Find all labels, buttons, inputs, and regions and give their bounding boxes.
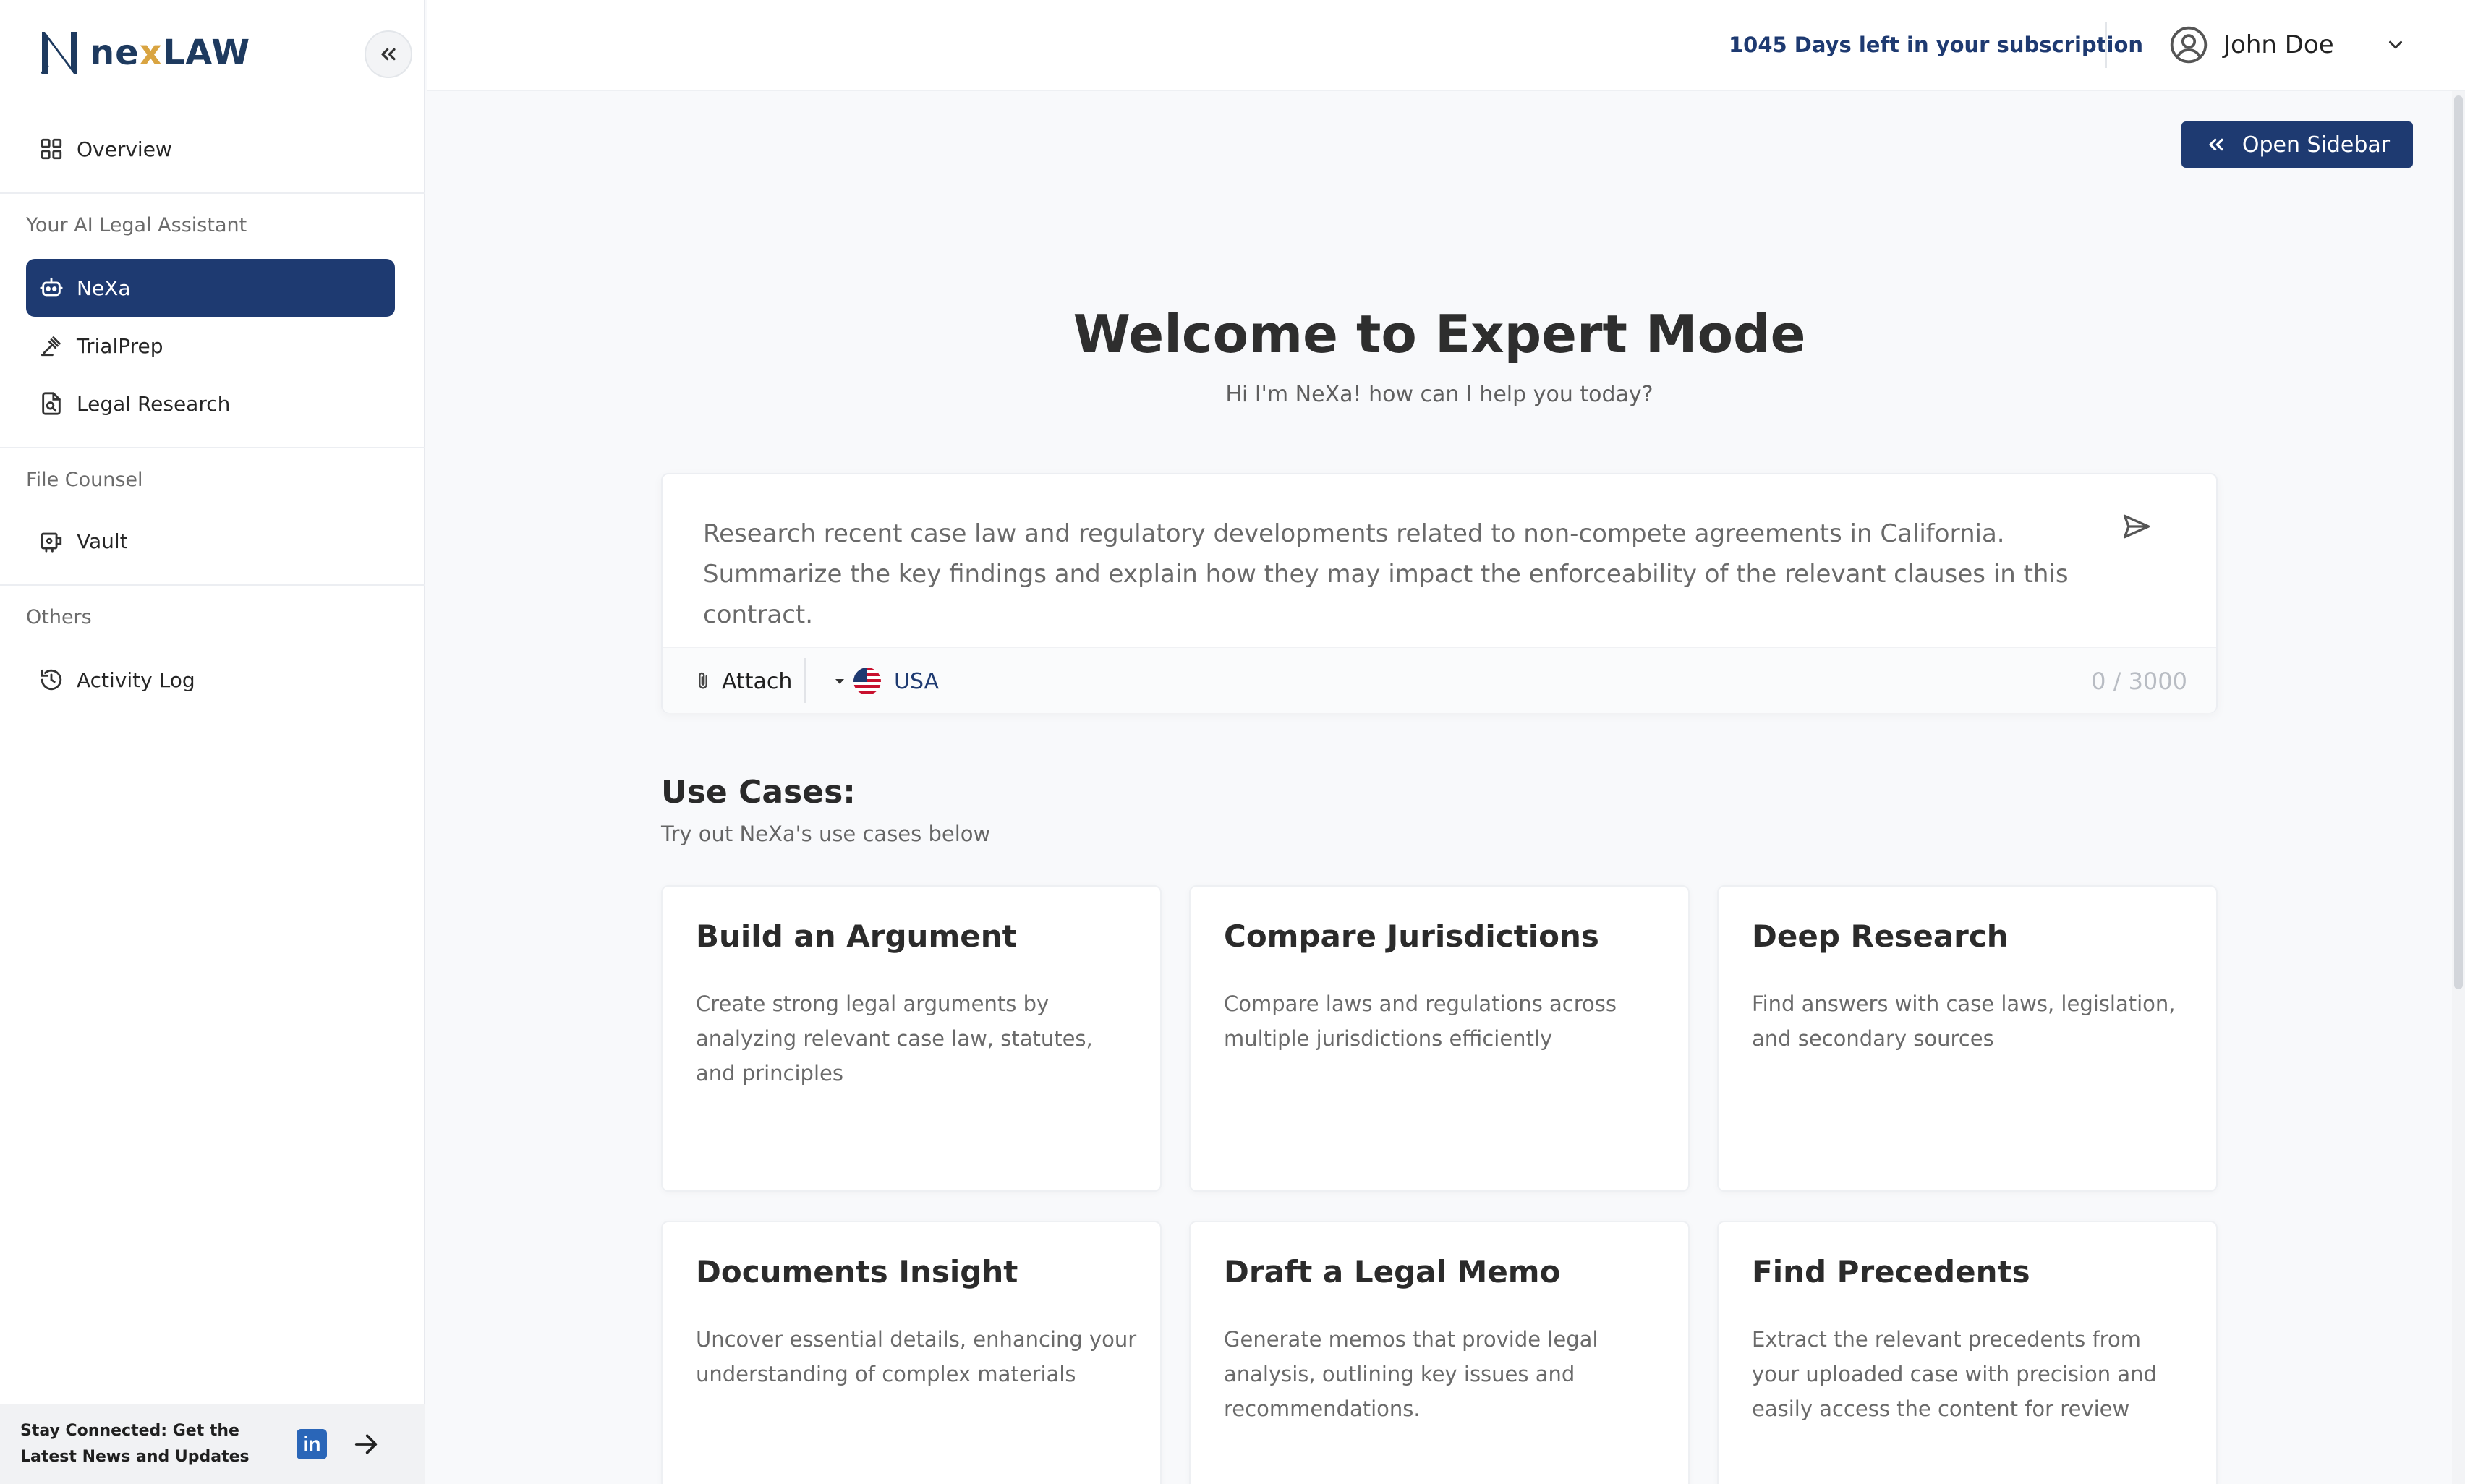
sidebar-item-label: Activity Log (77, 668, 195, 692)
topbar-divider (2105, 22, 2107, 68)
page-subtitle: Hi I'm NeXa! how can I help you today? (1225, 382, 1653, 407)
use-case-card-find-precedents[interactable]: Find Precedents Extract the relevant pre… (1717, 1221, 2218, 1484)
use-case-card-draft-legal-memo[interactable]: Draft a Legal Memo Generate memos that p… (1189, 1221, 1690, 1484)
send-icon[interactable] (2121, 511, 2153, 542)
nexlaw-logo-mark-icon (41, 32, 77, 75)
user-menu[interactable]: John Doe (2168, 23, 2406, 67)
vault-icon (39, 529, 64, 553)
collapse-sidebar-button[interactable] (365, 30, 412, 78)
card-title: Build an Argument (696, 918, 1017, 954)
double-chevron-left-icon (381, 48, 396, 61)
sidebar-item-label: TrialPrep (77, 333, 163, 358)
attach-button[interactable]: Attach (693, 648, 792, 715)
sidebar: nexLAW Overview Your AI Legal Assistant … (0, 0, 425, 1484)
open-sidebar-button[interactable]: Open Sidebar (2181, 121, 2413, 168)
card-title: Deep Research (1752, 918, 2009, 954)
sidebar-item-trialprep[interactable]: TrialPrep (26, 317, 395, 375)
card-description: Compare laws and regulations across mult… (1224, 992, 1617, 1051)
robot-icon (39, 276, 64, 300)
prompt-box: Research recent case law and regulatory … (661, 473, 2218, 713)
sidebar-item-label: Legal Research (77, 391, 231, 416)
sidebar-item-label: Overview (77, 137, 172, 161)
card-title: Find Precedents (1752, 1254, 2030, 1289)
grid-icon (39, 137, 64, 161)
nexlaw-wordmark: nexLAW (90, 33, 251, 73)
linkedin-icon[interactable]: in (297, 1429, 327, 1459)
section-label-file-counsel: File Counsel (26, 469, 143, 491)
user-avatar-icon (2168, 25, 2209, 65)
use-cases-subtitle: Try out NeXa's use cases below (661, 822, 991, 846)
card-title: Documents Insight (696, 1254, 1018, 1289)
use-case-card-documents-insight[interactable]: Documents Insight Uncover essential deta… (661, 1221, 1162, 1484)
card-description: Create strong legal arguments by analyzi… (696, 992, 1093, 1086)
document-search-icon (39, 391, 64, 416)
prompt-input[interactable]: Research recent case law and regulatory … (703, 513, 2092, 635)
use-case-card-build-argument[interactable]: Build an Argument Create strong legal ar… (661, 885, 1162, 1192)
sidebar-divider (0, 192, 425, 194)
us-flag-icon (853, 668, 881, 695)
nexlaw-logo[interactable]: nexLAW (38, 27, 250, 78)
attach-label: Attach (722, 668, 793, 694)
character-counter: 0 / 3000 (2091, 668, 2187, 695)
caret-down-icon (833, 675, 846, 688)
open-sidebar-label: Open Sidebar (2242, 132, 2391, 158)
card-title: Compare Jurisdictions (1224, 918, 1599, 954)
sidebar-divider (0, 447, 425, 448)
card-title: Draft a Legal Memo (1224, 1254, 1561, 1289)
section-label-ai-assistant: Your AI Legal Assistant (26, 214, 247, 236)
chevron-down-icon[interactable] (2385, 34, 2406, 56)
double-chevron-left-icon (2205, 133, 2228, 156)
sidebar-item-nexa[interactable]: NeXa (26, 259, 395, 317)
use-cases-title: Use Cases: (661, 774, 856, 811)
sidebar-item-overview[interactable]: Overview (26, 120, 395, 178)
country-label: USA (894, 668, 940, 694)
paperclip-icon (693, 670, 713, 692)
jurisdiction-select[interactable]: USA (833, 648, 939, 715)
scrollbar-thumb[interactable] (2454, 95, 2463, 989)
sidebar-item-activity-log[interactable]: Activity Log (26, 651, 395, 709)
footer-text: Stay Connected: Get the Latest News and … (20, 1422, 250, 1466)
sidebar-item-label: Vault (77, 529, 128, 553)
subscription-status: 1045 Days left in your subscription (1729, 33, 2144, 57)
top-bar: 1045 Days left in your subscription John… (427, 0, 2465, 91)
sidebar-item-label: NeXa (77, 276, 131, 300)
page-title: Welcome to Expert Mode (1073, 304, 1806, 364)
history-icon (39, 668, 64, 692)
sidebar-footer: Stay Connected: Get the Latest News and … (0, 1404, 425, 1484)
card-description: Generate memos that provide legal analys… (1224, 1327, 1598, 1421)
section-label-others: Others (26, 606, 92, 628)
toolbar-divider (804, 658, 806, 703)
prompt-toolbar: Attach USA 0 / 3000 (663, 647, 2216, 713)
use-case-card-compare-jurisdictions[interactable]: Compare Jurisdictions Compare laws and r… (1189, 885, 1690, 1192)
card-description: Uncover essential details, enhancing you… (696, 1327, 1137, 1386)
sidebar-item-vault[interactable]: Vault (26, 512, 395, 570)
card-description: Find answers with case laws, legislation… (1752, 992, 2176, 1051)
sidebar-divider (0, 584, 425, 586)
gavel-icon (39, 333, 64, 358)
use-case-card-deep-research[interactable]: Deep Research Find answers with case law… (1717, 885, 2218, 1192)
arrow-right-icon[interactable] (352, 1430, 380, 1459)
card-description: Extract the relevant precedents from you… (1752, 1327, 2157, 1421)
user-name: John Doe (2223, 30, 2334, 59)
sidebar-item-legal-research[interactable]: Legal Research (26, 375, 395, 432)
